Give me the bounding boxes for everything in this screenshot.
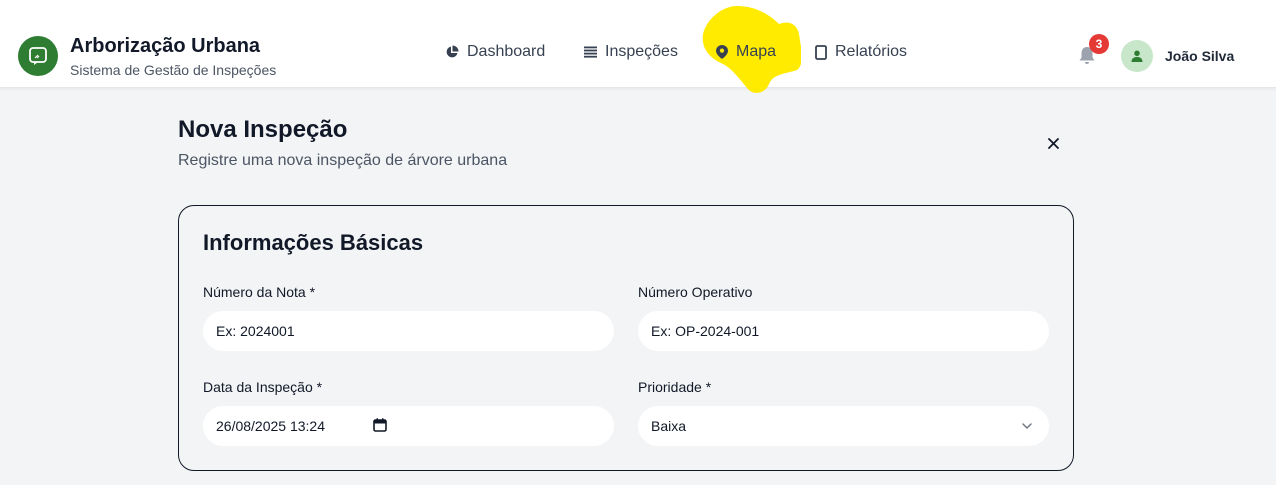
close-button[interactable] xyxy=(1043,133,1063,153)
section-title: Informações Básicas xyxy=(203,230,424,255)
prioridade-value: Baixa xyxy=(651,418,687,434)
prioridade-label: Prioridade * xyxy=(638,379,712,395)
app-subtitle: Sistema de Gestão de Inspeções xyxy=(70,62,277,78)
document-icon xyxy=(815,44,827,60)
numero-operativo-label: Número Operativo xyxy=(638,284,753,300)
top-header: Arborização Urbana Sistema de Gestão de … xyxy=(0,0,1276,93)
page-title: Nova Inspeção xyxy=(178,116,348,143)
data-inspecao-label: Data da Inspeção * xyxy=(203,379,323,395)
app-logo[interactable] xyxy=(18,36,58,76)
app-title: Arborização Urbana xyxy=(70,35,261,57)
nav-dashboard-label: Dashboard xyxy=(467,43,546,60)
data-inspecao-value: 26/08/2025 13:24 xyxy=(216,418,325,434)
nav-inspecoes[interactable]: Inspeções xyxy=(584,40,678,64)
user-name[interactable]: João Silva xyxy=(1165,48,1234,64)
tablet-leaf-icon xyxy=(29,47,47,65)
notification-badge: 3 xyxy=(1089,34,1109,54)
nav-mapa[interactable]: Mapa xyxy=(716,40,776,64)
numero-operativo-input[interactable] xyxy=(651,323,1036,339)
avatar[interactable] xyxy=(1121,40,1153,72)
nav-dashboard[interactable]: Dashboard xyxy=(445,40,545,64)
list-icon xyxy=(584,46,597,58)
chevron-down-icon xyxy=(1022,423,1032,429)
nav-relatorios[interactable]: Relatórios xyxy=(815,40,907,64)
data-inspecao-field[interactable]: 26/08/2025 13:24 xyxy=(203,406,614,446)
nav-mapa-label: Mapa xyxy=(736,43,777,60)
basic-info-card: Informações Básicas Número da Nota * Núm… xyxy=(178,205,1074,471)
nav-relatorios-label: Relatórios xyxy=(835,43,908,60)
prioridade-select[interactable]: Baixa xyxy=(638,406,1049,446)
calendar-icon[interactable] xyxy=(373,418,387,432)
page-subtitle: Registre uma nova inspeção de árvore urb… xyxy=(178,152,508,169)
close-icon xyxy=(1047,137,1059,149)
map-pin-icon xyxy=(716,45,728,59)
nav-inspecoes-label: Inspeções xyxy=(605,43,678,60)
numero-operativo-field[interactable] xyxy=(638,311,1049,351)
user-icon xyxy=(1131,50,1143,62)
numero-nota-field[interactable] xyxy=(203,311,614,351)
numero-nota-input[interactable] xyxy=(216,323,601,339)
numero-nota-label: Número da Nota * xyxy=(203,284,316,300)
pie-chart-icon xyxy=(446,45,459,58)
